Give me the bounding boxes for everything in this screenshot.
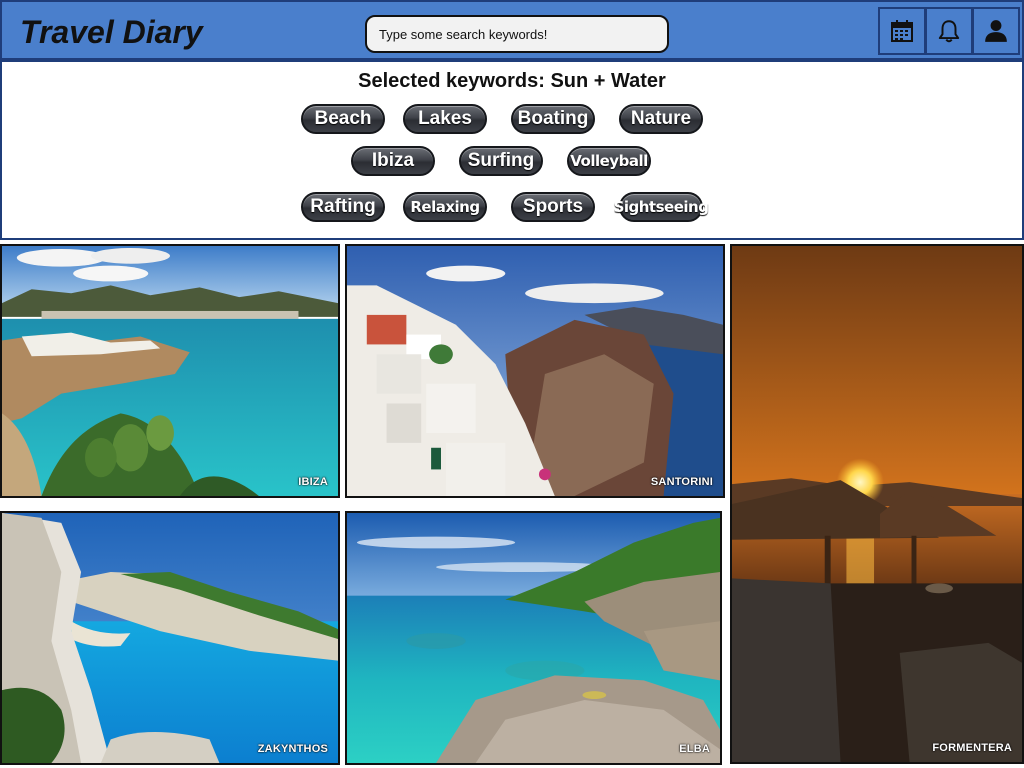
keyword-chip-surfing[interactable]: Surfing	[459, 146, 543, 176]
formentera-photo	[732, 246, 1022, 762]
destination-tile-ibiza[interactable]: IBIZA	[0, 244, 340, 498]
ibiza-photo	[2, 246, 338, 496]
selected-keywords-heading: Selected keywords: Sun + Water	[358, 70, 666, 92]
destination-label: ZAKYNTHOS	[257, 743, 328, 755]
elba-photo	[347, 513, 720, 763]
notifications-button[interactable]	[925, 7, 973, 55]
destination-label: SANTORINI	[650, 476, 713, 488]
destination-label: IBIZA	[298, 476, 328, 488]
keyword-chip-beach[interactable]: Beach	[301, 104, 385, 134]
destination-tile-formentera[interactable]: FORMENTERA	[730, 244, 1024, 764]
keyword-chip-sightseeing[interactable]: Sightseeing	[614, 192, 709, 222]
calendar-icon	[891, 20, 913, 42]
app-header: Travel Diary	[0, 0, 1024, 60]
zakynthos-photo	[2, 513, 338, 763]
user-icon	[985, 20, 1007, 42]
keyword-chip-boating[interactable]: Boating	[511, 104, 595, 134]
keyword-panel: Selected keywords: Sun + Water Beach Lak…	[0, 60, 1024, 240]
destination-tile-elba[interactable]: ELBA	[345, 511, 722, 765]
keyword-chip-rafting[interactable]: Rafting	[301, 192, 385, 222]
keyword-chip-volleyball[interactable]: Volleyball	[567, 146, 651, 176]
keyword-chip-relaxing[interactable]: Relaxing	[403, 192, 487, 222]
santorini-photo	[347, 246, 723, 496]
keyword-chip-nature[interactable]: Nature	[619, 104, 703, 134]
bell-icon	[938, 20, 960, 43]
destination-label: ELBA	[679, 743, 710, 755]
destination-tile-santorini[interactable]: SANTORINI	[345, 244, 725, 498]
app-title: Travel Diary	[20, 14, 203, 50]
calendar-button[interactable]	[878, 7, 926, 55]
destination-tile-zakynthos[interactable]: ZAKYNTHOS	[0, 511, 340, 765]
profile-button[interactable]	[972, 7, 1020, 55]
keyword-chip-sports[interactable]: Sports	[511, 192, 595, 222]
destination-label: FORMENTERA	[932, 742, 1012, 754]
keyword-chip-lakes[interactable]: Lakes	[403, 104, 487, 134]
search-input[interactable]	[365, 15, 669, 53]
keyword-chip-ibiza[interactable]: Ibiza	[351, 146, 435, 176]
